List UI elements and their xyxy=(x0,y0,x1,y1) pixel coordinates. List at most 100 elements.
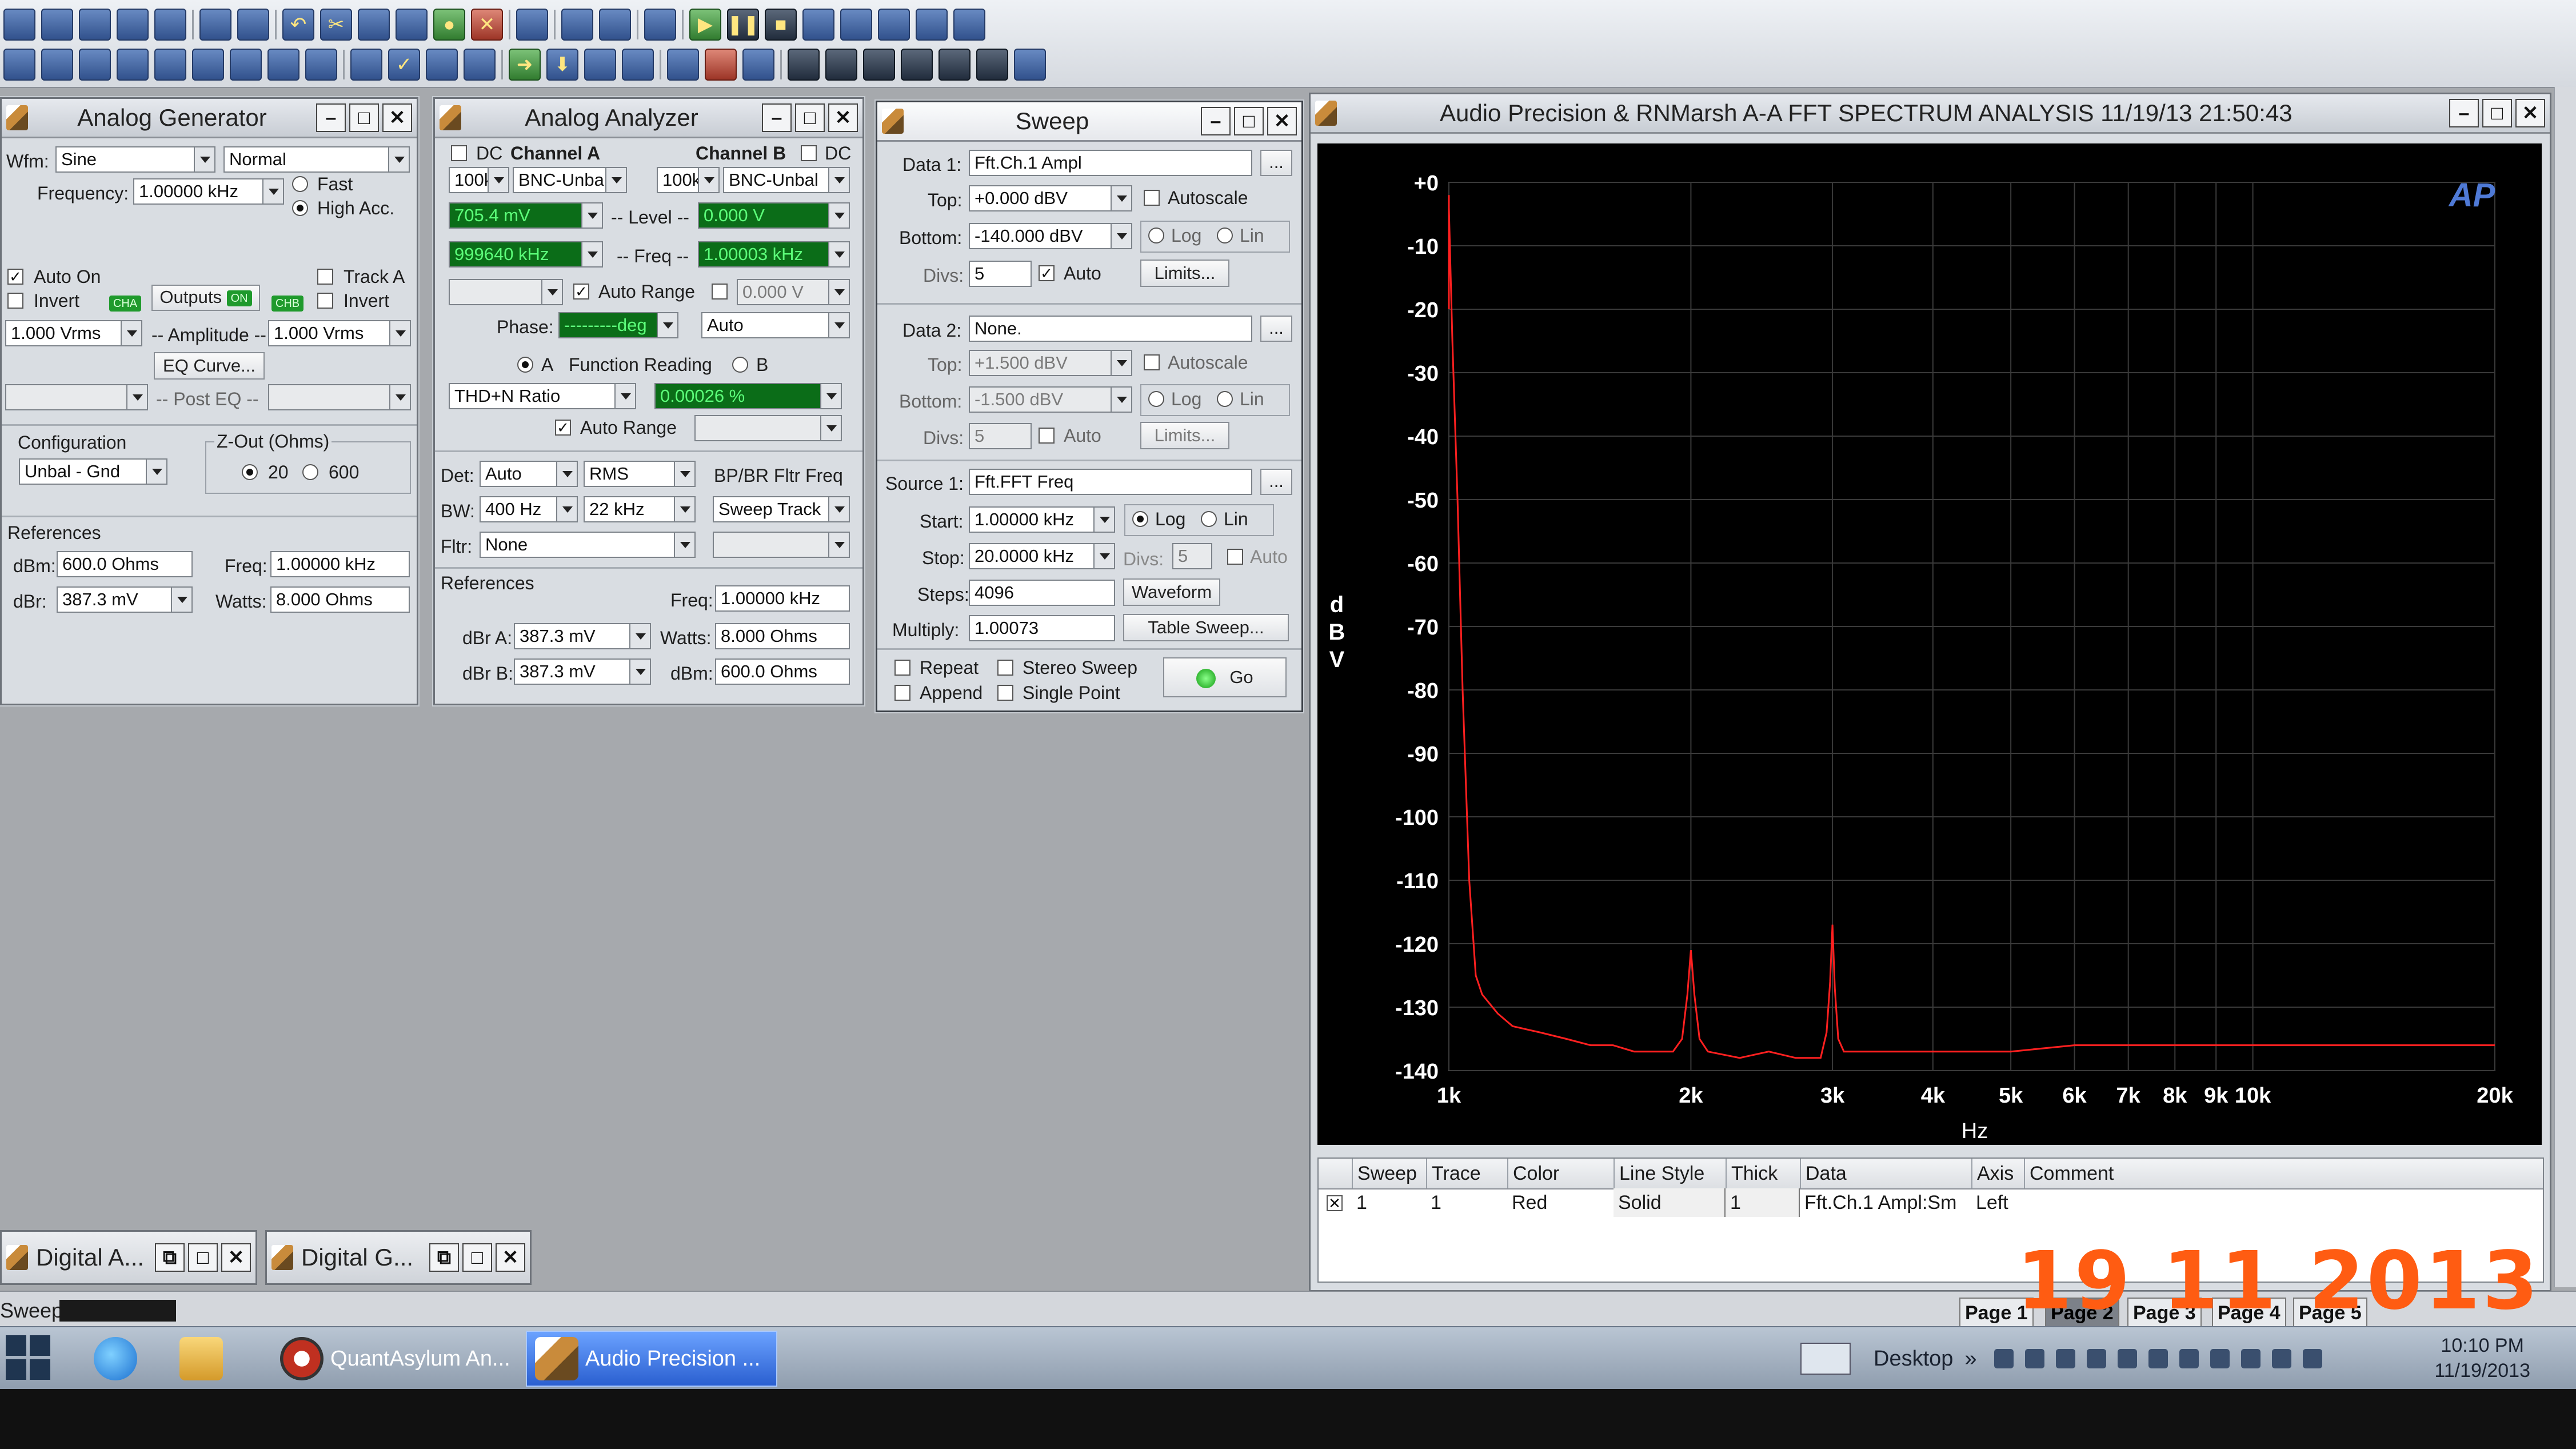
stop-field[interactable]: 20.0000 kHz xyxy=(969,543,1115,569)
divs1-field[interactable]: 5 xyxy=(969,261,1032,287)
clock[interactable]: 10:10 PM 11/19/2013 xyxy=(2434,1333,2530,1383)
waveform-mode-select[interactable]: Normal xyxy=(223,146,410,173)
chevron-down-icon[interactable] xyxy=(194,147,214,171)
thdn-readout[interactable]: 0.00026 % xyxy=(654,383,842,409)
multiply-field[interactable]: 1.00073 xyxy=(969,615,1115,641)
amplitude-b-field[interactable]: 1.000 Vrms xyxy=(268,320,411,346)
dc-volts-field[interactable]: 0.000 V xyxy=(737,279,850,305)
legend-cell[interactable]: Left xyxy=(1971,1188,2024,1217)
play-icon[interactable]: ▶ xyxy=(689,9,721,41)
network-icon[interactable] xyxy=(464,49,496,81)
zoom-icon[interactable] xyxy=(561,9,593,41)
bottom2-field[interactable]: -1.500 dBV xyxy=(969,386,1132,413)
panel-icon[interactable] xyxy=(667,49,699,81)
analog-analyzer-titlebar[interactable]: Analog Analyzer – □ ✕ xyxy=(435,99,862,138)
chevron-down-icon[interactable] xyxy=(1093,508,1114,532)
zout-600-radio[interactable] xyxy=(302,464,318,480)
range-select-a[interactable] xyxy=(449,279,563,305)
chevron-down-icon[interactable] xyxy=(614,384,635,408)
lin1-radio[interactable] xyxy=(1217,227,1233,244)
chevron-down-icon[interactable] xyxy=(629,660,650,684)
digital-generator-minimized[interactable]: Digital G... ⧉ □ ✕ xyxy=(265,1230,532,1285)
chevron-down-icon[interactable] xyxy=(828,313,849,337)
optimize-icon[interactable] xyxy=(644,9,676,41)
close-button[interactable]: ✕ xyxy=(221,1243,251,1272)
configuration-select[interactable]: Unbal - Gnd xyxy=(19,458,167,485)
high-acc-radio[interactable] xyxy=(292,200,308,216)
phase-readout[interactable]: ---------deg xyxy=(558,312,678,338)
chevron-down-icon[interactable] xyxy=(389,321,410,345)
save-all-icon[interactable] xyxy=(154,9,186,41)
chevron-down-icon[interactable] xyxy=(388,147,409,171)
scope-icon-2[interactable] xyxy=(825,49,857,81)
range-a-select[interactable]: 100k xyxy=(449,167,509,193)
filter-icon[interactable] xyxy=(154,49,186,81)
filter-freq-select[interactable] xyxy=(713,532,850,558)
chevron-down-icon[interactable] xyxy=(828,533,849,557)
pause-icon[interactable]: ❚❚ xyxy=(727,9,760,41)
filter-select[interactable]: None xyxy=(480,532,696,558)
maximize-button[interactable]: □ xyxy=(188,1243,218,1272)
chevron-down-icon[interactable] xyxy=(698,168,718,192)
table-sweep-button[interactable]: Table Sweep... xyxy=(1123,614,1289,641)
function-select[interactable]: THD+N Ratio xyxy=(449,383,636,409)
scope-icon-6[interactable] xyxy=(976,49,1008,81)
frequency-field[interactable]: 1.00000 kHz xyxy=(133,178,284,205)
dbm-field[interactable]: 600.0 Ohms xyxy=(715,658,850,685)
stop-icon[interactable]: ✕ xyxy=(471,9,503,41)
bar-graph-icon[interactable] xyxy=(584,49,616,81)
restore-button[interactable]: ⧉ xyxy=(155,1243,185,1272)
chevron-down-icon[interactable] xyxy=(605,168,626,192)
chevron-down-icon[interactable] xyxy=(556,497,577,521)
maximize-button[interactable]: □ xyxy=(2482,99,2512,127)
bw-high-select[interactable]: 22 kHz xyxy=(584,496,696,522)
clock-ref-icon[interactable] xyxy=(267,49,299,81)
maximize-button[interactable]: □ xyxy=(349,103,379,132)
arrow-down-icon[interactable]: ⬇ xyxy=(546,49,578,81)
tray-icon-8[interactable] xyxy=(2210,1349,2230,1368)
tray-icon-2[interactable] xyxy=(2024,1349,2044,1368)
meter-icon[interactable] xyxy=(79,49,111,81)
dc-b-checkbox[interactable] xyxy=(801,145,817,161)
scope-icon-4[interactable] xyxy=(901,49,933,81)
legend-cell[interactable]: 1 xyxy=(1726,1188,1800,1217)
sync-icon[interactable] xyxy=(350,49,382,81)
tray-icon-1[interactable] xyxy=(1994,1349,2014,1368)
dbr-field[interactable]: 387.3 mV xyxy=(57,586,193,613)
vertical-scrollbar[interactable] xyxy=(2554,87,2576,1287)
chevron-down-icon[interactable] xyxy=(657,313,677,337)
source1-browse-button[interactable]: ... xyxy=(1260,469,1292,495)
analyzer-icon[interactable] xyxy=(41,49,73,81)
bug-icon[interactable] xyxy=(705,49,737,81)
maximize-button[interactable]: □ xyxy=(1234,107,1264,135)
go-green-icon[interactable]: ● xyxy=(433,9,465,41)
invert-a-checkbox[interactable] xyxy=(7,293,23,309)
append-checkbox[interactable] xyxy=(894,685,910,701)
chevron-down-icon[interactable] xyxy=(146,460,166,484)
top2-field[interactable]: +1.500 dBV xyxy=(969,350,1132,376)
phase-mode-select[interactable]: Auto xyxy=(701,312,850,338)
desktop-toolbar-label[interactable]: Desktop xyxy=(1874,1347,1953,1371)
chevron-down-icon[interactable] xyxy=(674,497,694,521)
tray-icon-5[interactable] xyxy=(2117,1349,2137,1368)
chevron-down-icon[interactable] xyxy=(262,179,283,203)
chevron-down-icon[interactable] xyxy=(1111,186,1131,210)
step-out-icon[interactable] xyxy=(953,9,985,41)
legend-cell[interactable] xyxy=(2024,1188,2361,1217)
maximize-button[interactable]: □ xyxy=(795,103,825,132)
new-icon[interactable] xyxy=(3,9,35,41)
input-a-select[interactable]: BNC-Unbal xyxy=(513,167,627,193)
freq-ref-field[interactable]: 1.00000 kHz xyxy=(270,551,410,577)
print-icon[interactable] xyxy=(199,9,231,41)
bw-low-select[interactable]: 400 Hz xyxy=(480,496,578,522)
chevron-down-icon[interactable] xyxy=(1111,351,1131,375)
undo-icon[interactable]: ↶ xyxy=(282,9,314,41)
post-eq-a-select[interactable] xyxy=(5,384,148,410)
unzoom-icon[interactable] xyxy=(599,9,631,41)
eq-curve-button[interactable]: EQ Curve... xyxy=(154,352,265,380)
invert-b-checkbox[interactable] xyxy=(317,293,333,309)
scope-icon-5[interactable] xyxy=(938,49,971,81)
waveform-button[interactable]: Waveform xyxy=(1123,578,1220,606)
step-icon[interactable] xyxy=(878,9,910,41)
close-button[interactable]: ✕ xyxy=(2515,99,2545,127)
